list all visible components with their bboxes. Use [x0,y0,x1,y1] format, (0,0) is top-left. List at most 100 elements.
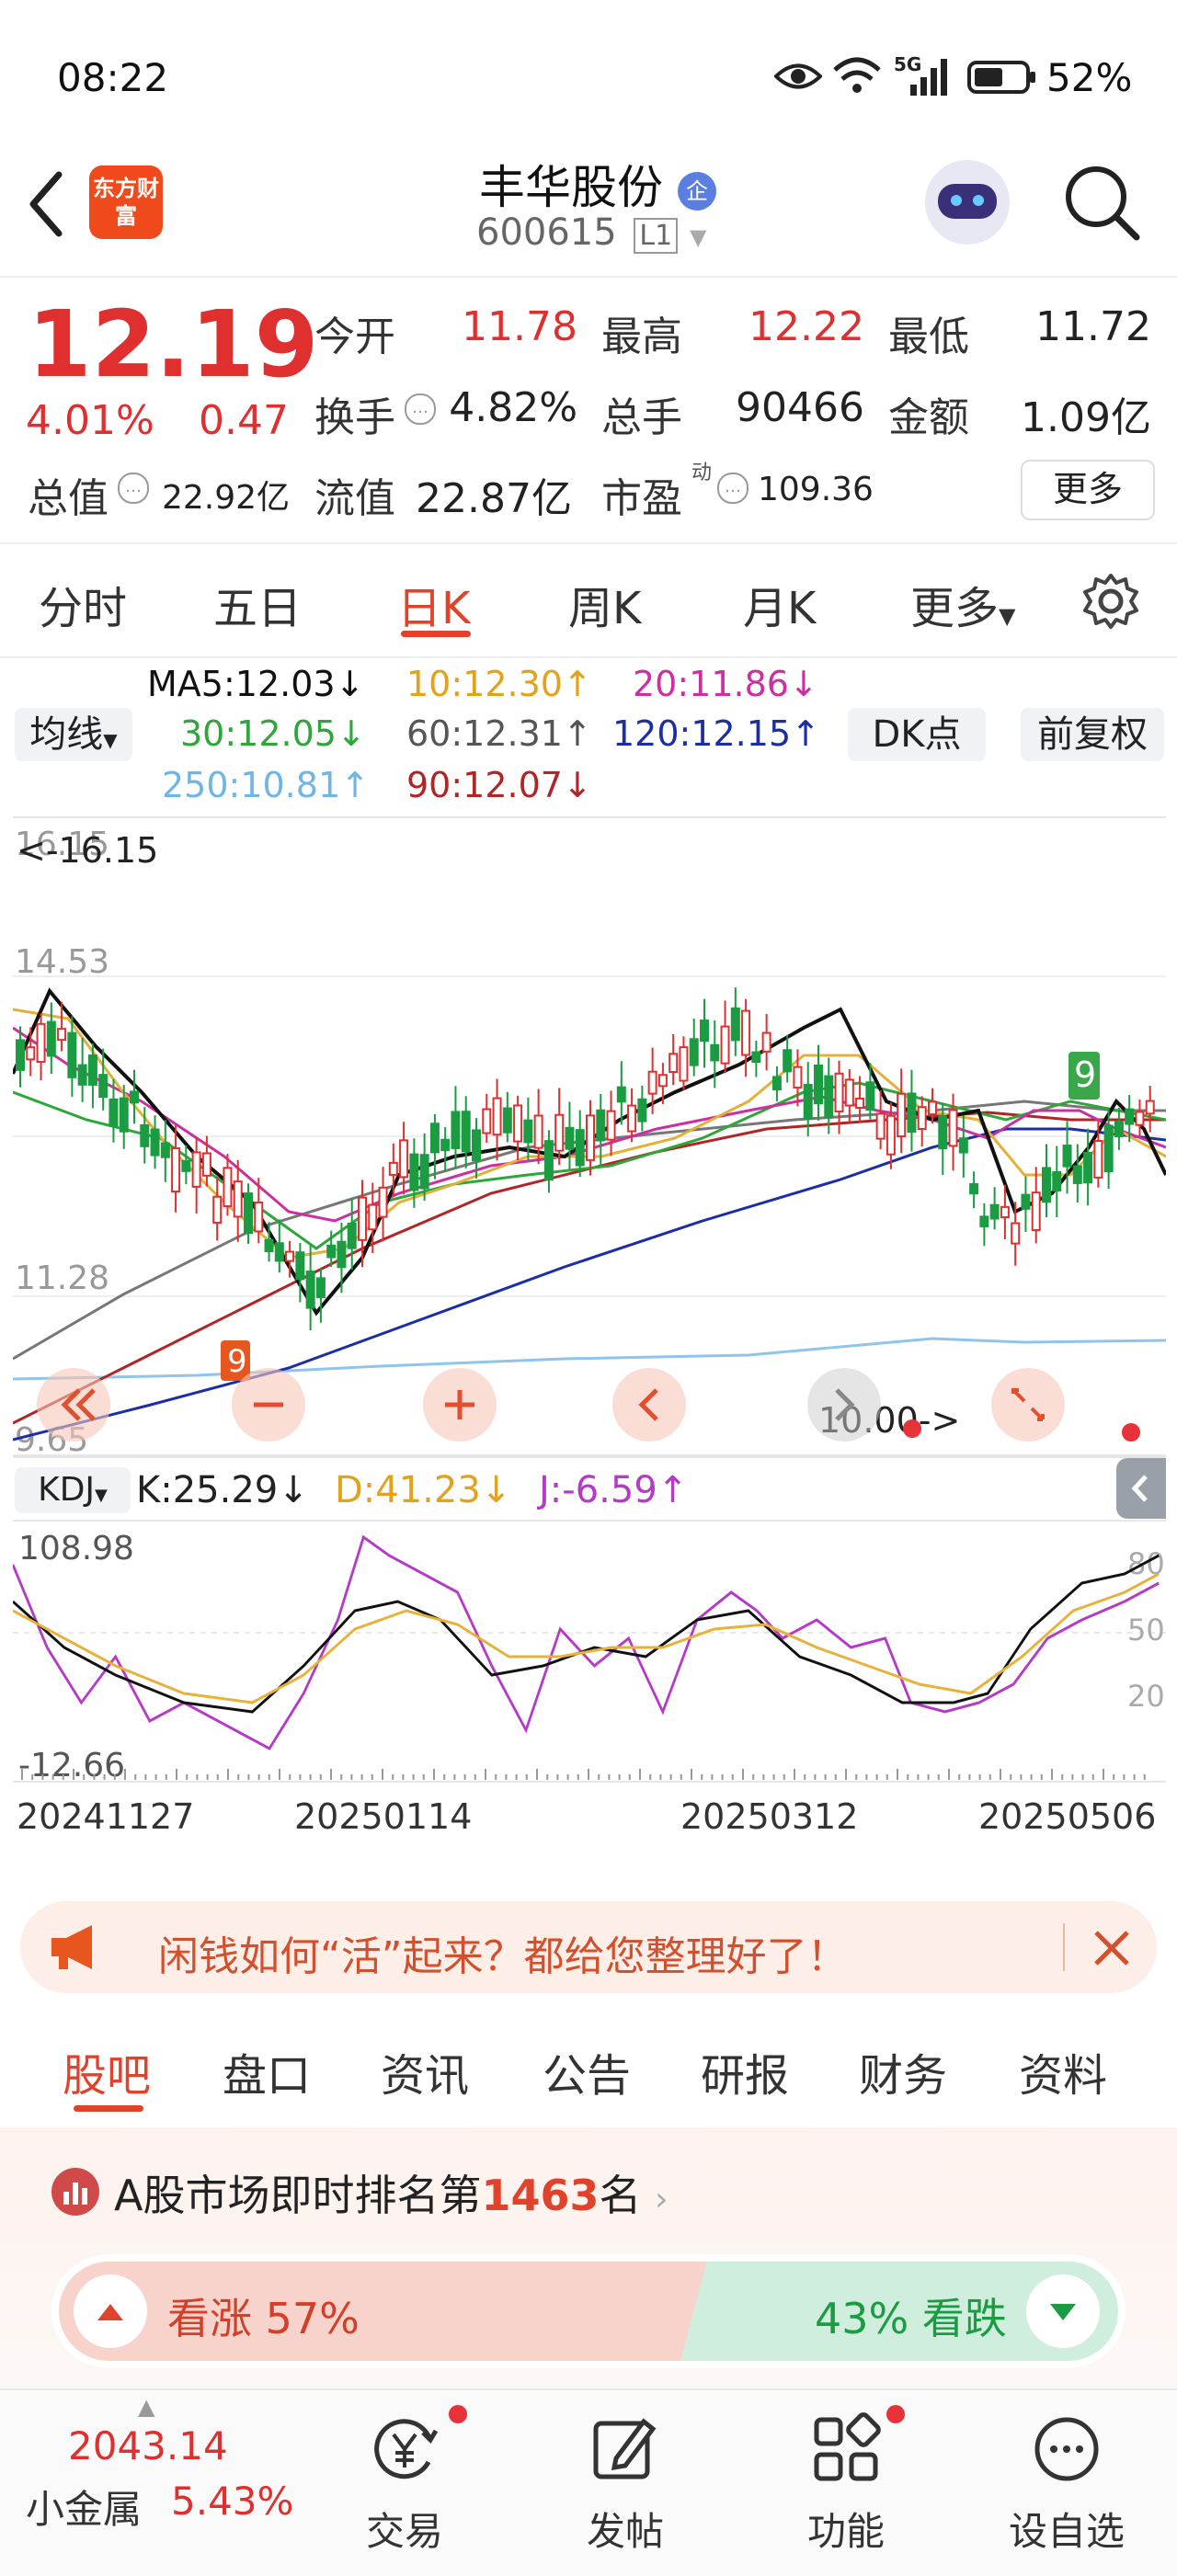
date-label-1: 20241127 [17,1796,195,1837]
candle-body [771,1076,782,1090]
candle-body [886,1114,896,1156]
fullscreen-icon[interactable] [991,1368,1065,1442]
open-label: 今开 [314,313,395,360]
ma-selector-caret-icon: ▼ [103,729,118,751]
tab-guba[interactable]: 股吧 [63,2039,151,2103]
amount-label: 金额 [888,394,969,441]
turnover-info-icon[interactable]: … [405,393,436,425]
indicator-selector[interactable]: KDJ▼ [15,1467,131,1513]
candle-body [679,1046,689,1082]
settings-gear-icon[interactable] [1081,572,1140,631]
battery-icon [967,61,1035,94]
candle-body [668,1053,679,1073]
triangle-down-icon [1050,2304,1076,2320]
enterprise-badge: 企 [677,171,716,211]
bull-up-button[interactable] [74,2274,147,2348]
chevron-right-icon: › [655,2181,668,2218]
tab-daily-k[interactable]: 日K [397,572,470,636]
nav-functions-label: 功能 [806,2509,885,2554]
period-tabs: 分时 五日 日K 周K 月K 更多▼ [0,546,1177,658]
date-label-3: 20250312 [680,1796,859,1837]
candle-body [865,1081,875,1111]
candle-body [57,1028,67,1042]
candle-body [109,1098,119,1127]
td-nine-label-left: 9 [227,1343,247,1380]
step-right-icon[interactable] [807,1368,881,1442]
float-label: 流值 [314,475,395,522]
tab-intraday[interactable]: 分时 [39,572,127,636]
candlestick-chart[interactable]: 16.15 14.53 11.28 9.65 <-16.15 10.00-> 9… [13,816,1166,1456]
mcap-label: 总值 [28,475,109,522]
eye-icon [774,63,822,89]
pe-label: 市盈 [601,475,682,522]
double-left-icon[interactable] [37,1368,110,1442]
tab-news[interactable]: 资讯 [381,2039,469,2103]
candle-body [368,1203,378,1231]
ranking-link[interactable]: A股市场即时排名第1463名 › [114,2162,668,2223]
candle-body [36,1022,46,1064]
zoom-in-icon[interactable] [423,1368,497,1442]
pe-info-icon[interactable]: … [717,473,748,504]
candle-body [575,1129,585,1167]
candlesticks [16,987,1155,1330]
nav-add-watchlist-label: 设自选 [1008,2509,1125,2554]
banner-divider [1063,1923,1065,1971]
index-ticker[interactable]: ▲ 2043.14 小金属 5.43% [0,2390,313,2576]
date-label-4: 20250506 [978,1796,1157,1837]
status-time: 08:22 [57,55,169,100]
robot-assistant-icon[interactable] [925,160,1010,245]
candle-body [917,1106,927,1131]
sentiment-bar: 看涨 57% 43% 看跌 [51,2254,1126,2368]
tab-monthly-k[interactable]: 月K [743,572,816,636]
candle-body [472,1129,481,1162]
candle-body [160,1142,170,1158]
candle-body [337,1240,347,1269]
date-label-2: 20250114 [294,1796,473,1837]
ma30-value: 30:12.05↓ [180,713,366,754]
tab-profile[interactable]: 资料 [1019,2039,1107,2103]
step-left-icon[interactable] [612,1368,686,1442]
tab-research[interactable]: 研报 [701,2039,789,2103]
candle-body [1103,1124,1114,1173]
zoom-out-icon[interactable] [232,1368,305,1442]
turnover-value: 4.82% [449,384,577,431]
adjust-selector[interactable]: 前复权 [1021,708,1164,761]
tab-announcements[interactable]: 公告 [543,2039,631,2103]
float-value: 22.87亿 [416,475,572,522]
candle-body [295,1251,305,1281]
mcap-info-icon[interactable]: … [118,473,149,504]
tab-finance[interactable]: 财务 [859,2039,947,2103]
stock-code-row[interactable]: 600615 L1 ▼ [476,211,706,254]
app-logo[interactable]: 东方财富 [89,165,163,239]
collapse-panel-button[interactable] [1116,1458,1166,1519]
dk-point-button[interactable]: DK点 [848,708,986,761]
ranking-chart-icon [51,2168,99,2216]
candle-body [1031,1191,1041,1231]
candle-body [897,1092,907,1138]
stock-header: 东方财富 丰华股份 企 600615 L1 ▼ [0,147,1177,278]
bear-down-button[interactable] [1026,2274,1100,2348]
kdj-level-50: 50 [1127,1613,1165,1647]
ma-selector[interactable]: 均线▼ [15,708,132,761]
ma10-value: 10:12.30↑ [406,664,592,704]
tab-weekly-k[interactable]: 周K [568,572,641,636]
close-icon[interactable] [1091,1927,1133,1969]
ma250-value: 250:10.81↑ [162,765,370,805]
candle-body [77,1064,87,1086]
ma250-line [13,1337,1166,1381]
stock-name[interactable]: 丰华股份 企 [460,151,736,217]
tab-pankou[interactable]: 盘口 [223,2039,311,2103]
tab-more[interactable]: 更多▼ [910,572,1015,636]
mcap-value: 22.92亿 [162,479,291,517]
candle-body [378,1186,388,1218]
candle-body [212,1195,223,1225]
candle-body [803,1083,813,1120]
indicator-selector-label: KDJ [38,1471,96,1509]
search-icon[interactable] [1063,164,1142,243]
back-arrow-icon[interactable] [26,169,66,239]
ranking-prefix: A股市场即时排名第 [114,2171,482,2220]
change-value: 0.47 [199,397,289,444]
more-button[interactable]: 更多 [1021,460,1155,520]
promo-banner[interactable]: 闲钱如何“活”起来？都给您整理好了！ [20,1901,1157,1993]
tab-five-day[interactable]: 五日 [213,572,302,636]
